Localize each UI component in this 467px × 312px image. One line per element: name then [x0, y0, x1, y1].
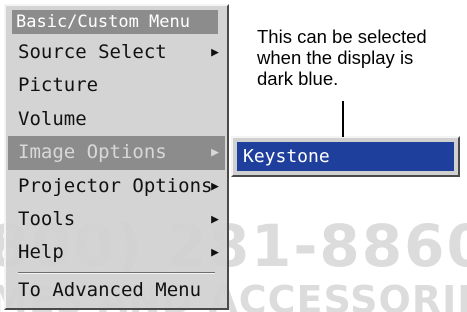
menu-item-label: To Advanced Menu: [18, 278, 202, 301]
menu-item-image-options[interactable]: Image Options ▶: [8, 136, 225, 170]
menu-item-help[interactable]: Help ▶: [8, 236, 225, 269]
submenu-arrow-icon: ▶: [211, 145, 219, 161]
menu-item-label: Image Options: [18, 141, 167, 164]
callout-line: This can be selected: [257, 26, 427, 47]
menu-item-label: Help: [18, 241, 64, 264]
menu-item-label: Projector Options: [18, 174, 213, 197]
menu-item-label: Volume: [18, 107, 87, 130]
menu-item-tools[interactable]: Tools ▶: [8, 203, 225, 236]
menu-item-source-select[interactable]: Source Select ▶: [8, 36, 225, 69]
screenshot-canvas: (800) 281-8860 MES AND ACCESSORIES Basic…: [0, 0, 467, 312]
menu-item-label: Tools: [18, 207, 76, 230]
submenu-item-keystone[interactable]: Keystone: [237, 142, 454, 171]
menu-item-volume[interactable]: Volume: [8, 103, 225, 136]
menu-item-label: Picture: [18, 74, 99, 97]
callout-note: This can be selected when the display is…: [257, 26, 462, 89]
image-options-submenu: Keystone: [231, 136, 460, 177]
submenu-arrow-icon: ▶: [211, 178, 219, 194]
basic-custom-menu: Basic/Custom Menu Source Select ▶ Pictur…: [4, 4, 229, 310]
callout-line: dark blue.: [257, 68, 339, 89]
menu-item-picture[interactable]: Picture: [8, 69, 225, 102]
menu-item-projector-options[interactable]: Projector Options ▶: [8, 170, 225, 203]
submenu-arrow-icon: ▶: [211, 45, 219, 60]
menu-title: Basic/Custom Menu: [12, 10, 218, 34]
menu-item-to-advanced-menu[interactable]: To Advanced Menu: [8, 274, 225, 306]
menu-item-list: Source Select ▶ Picture Volume Image Opt…: [8, 36, 225, 306]
submenu-arrow-icon: ▶: [211, 245, 219, 261]
callout-leader-line: [342, 101, 344, 137]
menu-item-label: Source Select: [18, 41, 167, 63]
callout-line: when the display is: [257, 47, 414, 68]
submenu-arrow-icon: ▶: [211, 211, 219, 227]
